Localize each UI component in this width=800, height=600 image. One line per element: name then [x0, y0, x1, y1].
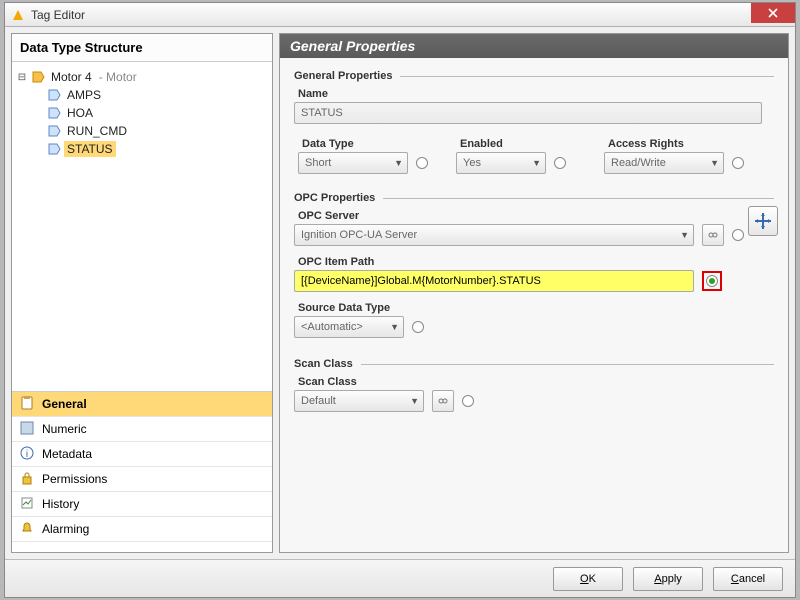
link-icon: [437, 395, 449, 407]
enabled-select[interactable]: Yes▼: [456, 152, 546, 174]
titlebar: Tag Editor: [5, 3, 795, 27]
opc-browse-button[interactable]: [748, 206, 778, 236]
tab-label: Numeric: [42, 422, 87, 436]
tab-general[interactable]: General: [12, 392, 272, 417]
tab-label: General: [42, 397, 87, 411]
datatype-label: Data Type: [302, 138, 448, 150]
name-field[interactable]: [294, 102, 762, 124]
tab-label: Alarming: [42, 522, 89, 536]
tab-permissions[interactable]: Permissions: [12, 467, 272, 492]
lock-icon: [20, 471, 36, 487]
bell-icon: [20, 521, 36, 537]
tree-root-type: - Motor: [99, 70, 137, 84]
name-label: Name: [298, 88, 774, 100]
tab-history[interactable]: History: [12, 492, 272, 517]
chevron-down-icon: ▼: [394, 158, 403, 168]
tree-item-amps[interactable]: AMPS: [44, 86, 268, 104]
opcpath-label: OPC Item Path: [298, 256, 774, 268]
override-radio[interactable]: [554, 157, 566, 169]
scanclass-select[interactable]: Default▼: [294, 390, 424, 412]
tree-item-hoa[interactable]: HOA: [44, 104, 268, 122]
enabled-label: Enabled: [460, 138, 596, 150]
opcserver-select[interactable]: Ignition OPC-UA Server▼: [294, 224, 694, 246]
tag-icon: [47, 88, 61, 102]
tag-icon: [47, 124, 61, 138]
tree-item-label: AMPS: [64, 87, 104, 103]
scanclass-label: Scan Class: [298, 376, 774, 388]
right-pane: General Properties General Properties Na…: [279, 33, 789, 553]
tree-root[interactable]: ⊟ Motor 4 - Motor: [16, 68, 268, 86]
highlight-frame: [702, 271, 722, 291]
tree-item-label: STATUS: [64, 141, 116, 157]
tab-label: History: [42, 497, 79, 511]
sourcedt-select[interactable]: <Automatic>▼: [294, 316, 404, 338]
property-tabs: General Numeric i Metadata Permissions H…: [12, 392, 272, 552]
cancel-button[interactable]: Cancel: [713, 567, 783, 591]
app-icon: [11, 8, 25, 22]
access-label: Access Rights: [608, 138, 774, 150]
clipboard-icon: [20, 396, 36, 412]
group-general: General Properties: [294, 70, 774, 82]
panel-title: General Properties: [280, 34, 788, 58]
tab-numeric[interactable]: Numeric: [12, 417, 272, 442]
tab-alarming[interactable]: Alarming: [12, 517, 272, 542]
override-radio[interactable]: [732, 229, 744, 241]
chevron-down-icon: ▼: [710, 158, 719, 168]
override-radio[interactable]: [462, 395, 474, 407]
access-select[interactable]: Read/Write▼: [604, 152, 724, 174]
close-button[interactable]: [751, 3, 795, 23]
opcserver-label: OPC Server: [298, 210, 774, 222]
tree-item-status[interactable]: STATUS: [44, 140, 268, 158]
window-title: Tag Editor: [31, 8, 85, 22]
tree-title: Data Type Structure: [12, 34, 272, 62]
opcserver-browse-button[interactable]: [702, 224, 724, 246]
apply-button[interactable]: Apply: [633, 567, 703, 591]
close-icon: [768, 8, 778, 18]
type-tree[interactable]: ⊟ Motor 4 - Motor AMPS HOA: [12, 62, 272, 392]
numeric-icon: [20, 421, 36, 437]
tab-metadata[interactable]: i Metadata: [12, 442, 272, 467]
tag-udt-icon: [31, 70, 45, 84]
chevron-down-icon: ▼: [390, 322, 399, 332]
tab-label: Permissions: [42, 472, 107, 486]
tag-icon: [47, 142, 61, 156]
chevron-down-icon: ▼: [680, 230, 689, 240]
history-icon: [20, 496, 36, 512]
tree-item-label: HOA: [64, 105, 96, 121]
override-radio-active[interactable]: [706, 275, 718, 287]
info-icon: i: [20, 446, 36, 462]
tree-item-runcmd[interactable]: RUN_CMD: [44, 122, 268, 140]
tree-collapse-icon[interactable]: ⊟: [16, 72, 28, 83]
chevron-down-icon: ▼: [410, 396, 419, 406]
tag-icon: [47, 106, 61, 120]
override-radio[interactable]: [416, 157, 428, 169]
tab-label: Metadata: [42, 447, 92, 461]
content-area: Data Type Structure ⊟ Motor 4 - Motor AM…: [5, 27, 795, 559]
tree-root-label: Motor 4: [48, 69, 95, 85]
group-opc: OPC Properties: [294, 192, 774, 204]
left-pane: Data Type Structure ⊟ Motor 4 - Motor AM…: [11, 33, 273, 553]
crosshair-icon: [754, 212, 772, 230]
panel-body: General Properties Name Data Type Short▼…: [280, 58, 788, 418]
opc-item-path-field[interactable]: [294, 270, 694, 292]
tree-item-label: RUN_CMD: [64, 123, 130, 139]
group-scan: Scan Class: [294, 358, 774, 370]
chevron-down-icon: ▼: [532, 158, 541, 168]
datatype-select[interactable]: Short▼: [298, 152, 408, 174]
svg-text:i: i: [26, 449, 28, 460]
ok-button[interactable]: OK: [553, 567, 623, 591]
override-radio[interactable]: [732, 157, 744, 169]
link-icon: [707, 229, 719, 241]
override-radio[interactable]: [412, 321, 424, 333]
sourcedt-label: Source Data Type: [298, 302, 774, 314]
scanclass-browse-button[interactable]: [432, 390, 454, 412]
tag-editor-window: Tag Editor Data Type Structure ⊟ Motor 4…: [4, 2, 796, 598]
dialog-footer: OK Apply Cancel: [5, 559, 795, 597]
